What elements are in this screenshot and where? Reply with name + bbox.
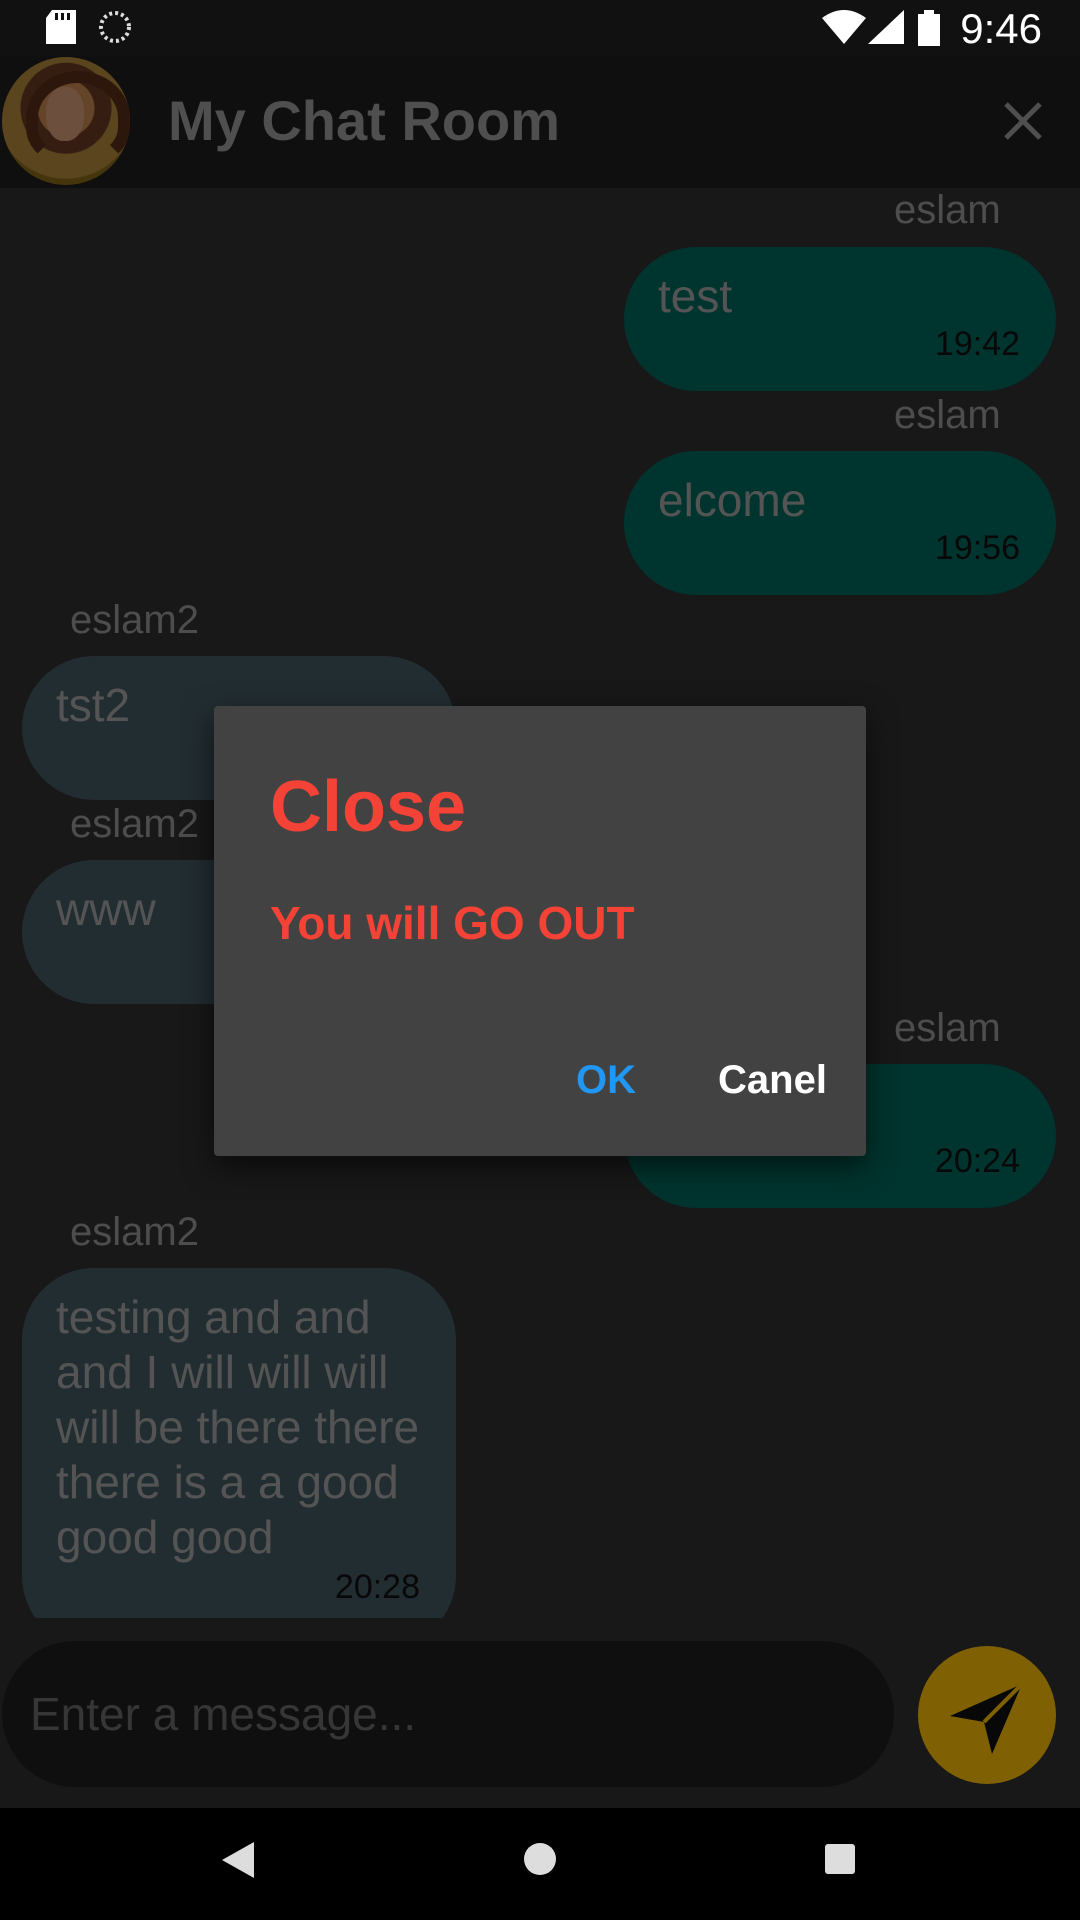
wifi-icon — [822, 10, 866, 44]
close-dialog: Close You will GO OUT OK Canel — [214, 706, 866, 1156]
status-bar: 9:46 — [0, 0, 1080, 55]
dialog-title: Close — [270, 767, 467, 847]
cell-signal-icon — [868, 10, 904, 44]
sd-card-icon — [46, 10, 76, 44]
system-nav-bar — [0, 1808, 1080, 1920]
back-icon[interactable] — [222, 1842, 254, 1878]
home-icon[interactable] — [523, 1842, 557, 1876]
battery-icon — [918, 10, 940, 46]
dialog-message: You will GO OUT — [270, 897, 635, 949]
status-time: 9:46 — [960, 5, 1042, 52]
sync-icon — [99, 11, 131, 43]
recents-icon[interactable] — [825, 1844, 855, 1874]
cancel-button[interactable]: Canel — [718, 1058, 827, 1103]
ok-button[interactable]: OK — [576, 1058, 636, 1103]
